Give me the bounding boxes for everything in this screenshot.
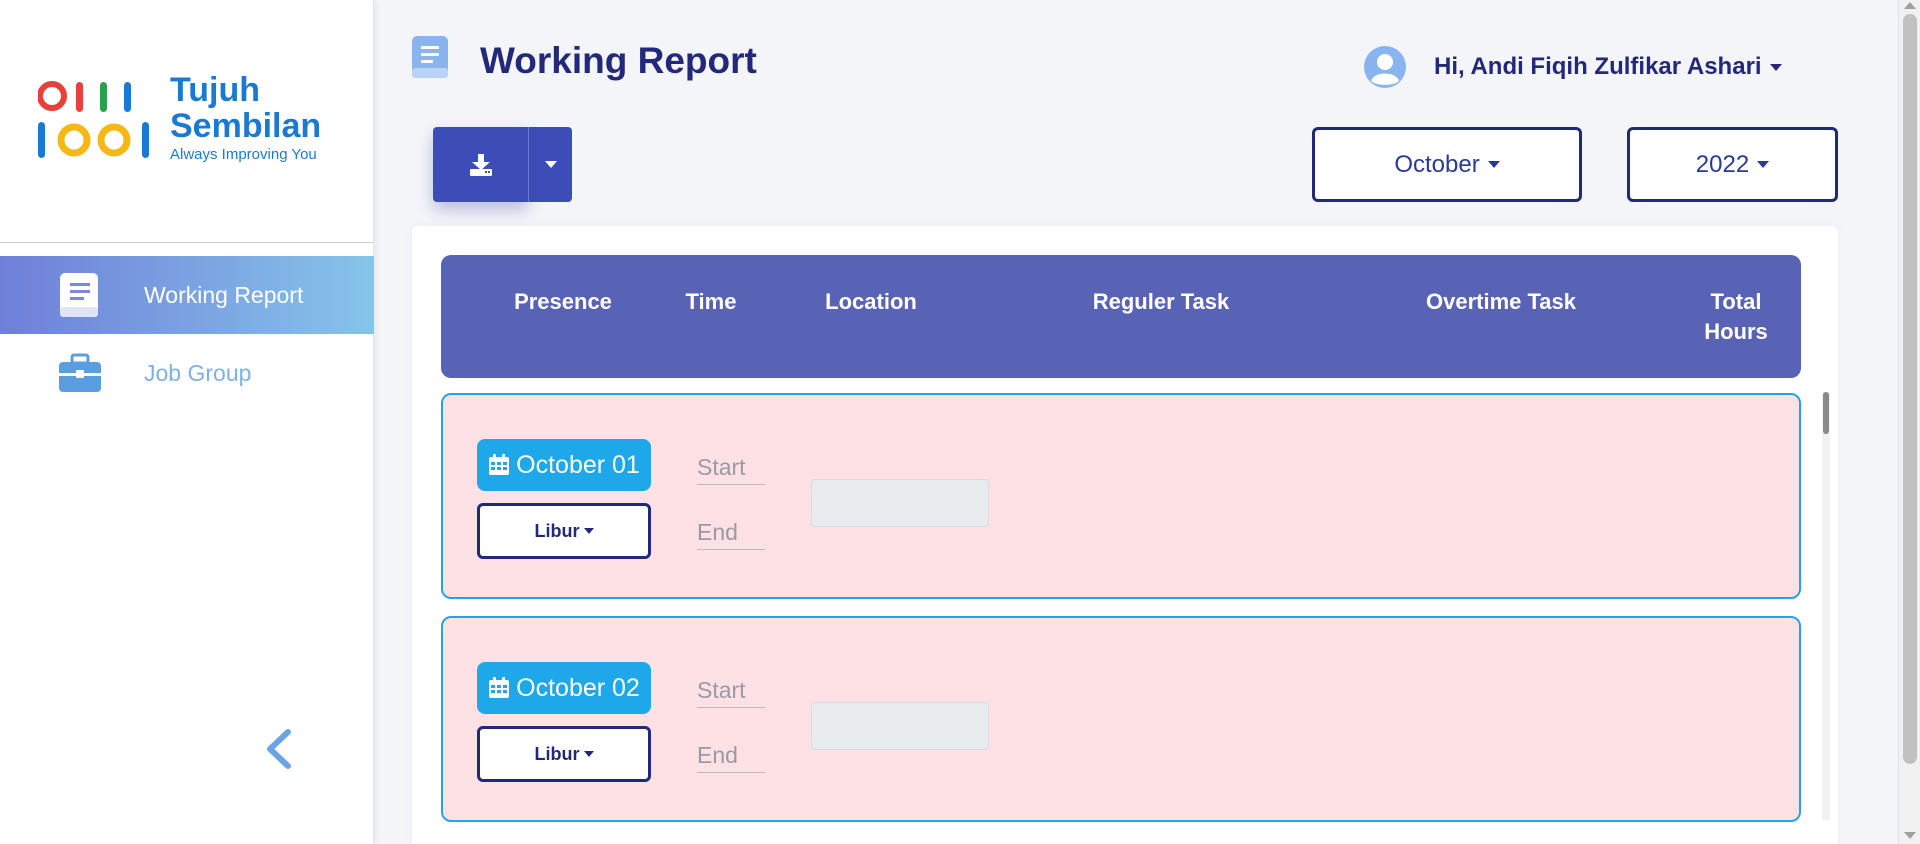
logo-mark-icon xyxy=(38,81,149,158)
download-button[interactable] xyxy=(433,127,528,202)
sidebar-item-label: Job Group xyxy=(144,359,252,386)
column-header-regular-task: Reguler Task xyxy=(1092,289,1230,314)
download-options-toggle[interactable] xyxy=(528,127,572,202)
caret-down-icon xyxy=(1757,161,1770,168)
sidebar-item-working-report[interactable]: Working Report xyxy=(0,256,374,334)
end-time-input[interactable] xyxy=(697,739,765,773)
column-header-time: Time xyxy=(685,289,737,314)
sidebar-item-job-group[interactable]: Job Group xyxy=(0,334,374,412)
brand-wordmark: Tujuh Sembilan Always Improving You xyxy=(170,72,321,163)
end-time-input[interactable] xyxy=(697,516,765,550)
user-menu[interactable]: Hi, Andi Fiqih Zulfikar Ashari xyxy=(1364,46,1782,88)
caret-down-icon xyxy=(1769,64,1782,72)
sidebar-divider xyxy=(0,242,374,243)
table-row: October 02 Libur xyxy=(441,616,1801,822)
location-field[interactable] xyxy=(811,702,989,750)
caret-down-icon xyxy=(583,528,594,534)
table-scrollbar-thumb[interactable] xyxy=(1823,392,1829,434)
scroll-down-icon[interactable] xyxy=(1904,832,1916,839)
scroll-up-icon[interactable] xyxy=(1904,2,1916,9)
brand-logo[interactable]: Tujuh Sembilan Always Improving You xyxy=(38,72,338,172)
caret-down-icon xyxy=(544,161,557,168)
column-header-total-hours: Total Hours xyxy=(1704,289,1768,344)
download-icon xyxy=(469,153,492,176)
chevron-left-icon[interactable] xyxy=(260,726,300,772)
caret-down-icon xyxy=(583,751,594,757)
location-field[interactable] xyxy=(811,479,989,527)
date-badge[interactable]: October 02 xyxy=(477,662,651,714)
presence-select[interactable]: Libur xyxy=(477,726,651,782)
user-greeting: Hi, Andi Fiqih Zulfikar Ashari xyxy=(1434,53,1782,81)
presence-value: Libur xyxy=(534,743,580,764)
month-select[interactable]: October xyxy=(1312,127,1582,202)
brand-line1: Tujuh xyxy=(170,71,260,109)
column-header-location: Location xyxy=(825,289,917,314)
book-icon xyxy=(412,36,448,78)
start-time-input[interactable] xyxy=(697,451,765,485)
calendar-icon xyxy=(489,677,510,698)
page-scrollbar-thumb[interactable] xyxy=(1903,14,1917,764)
brand-line2: Sembilan xyxy=(170,107,322,145)
month-value: October xyxy=(1394,150,1480,178)
column-header-overtime-task: Overtime Task xyxy=(1425,289,1576,314)
date-label: October 01 xyxy=(516,450,640,479)
book-icon xyxy=(60,273,98,317)
presence-value: Libur xyxy=(534,520,580,541)
year-value: 2022 xyxy=(1695,150,1750,178)
page-title: Working Report xyxy=(480,40,757,81)
caret-down-icon xyxy=(1487,161,1500,168)
presence-select[interactable]: Libur xyxy=(477,503,651,559)
calendar-icon xyxy=(489,454,510,475)
column-header-presence: Presence xyxy=(514,289,612,314)
user-avatar-icon xyxy=(1364,46,1406,88)
date-label: October 02 xyxy=(516,673,640,702)
date-badge[interactable]: October 01 xyxy=(477,439,651,491)
year-select[interactable]: 2022 xyxy=(1627,127,1838,202)
table-header: Presence Time Location Reguler Task Over… xyxy=(441,255,1801,378)
start-time-input[interactable] xyxy=(697,674,765,708)
table-row: October 01 Libur xyxy=(441,393,1801,599)
sidebar-item-label: Working Report xyxy=(144,281,304,308)
table-scrollbar[interactable] xyxy=(1822,392,1830,820)
sidebar: Tujuh Sembilan Always Improving You Work… xyxy=(0,0,374,844)
briefcase-icon xyxy=(59,353,101,392)
brand-tagline: Always Improving You xyxy=(170,146,317,163)
